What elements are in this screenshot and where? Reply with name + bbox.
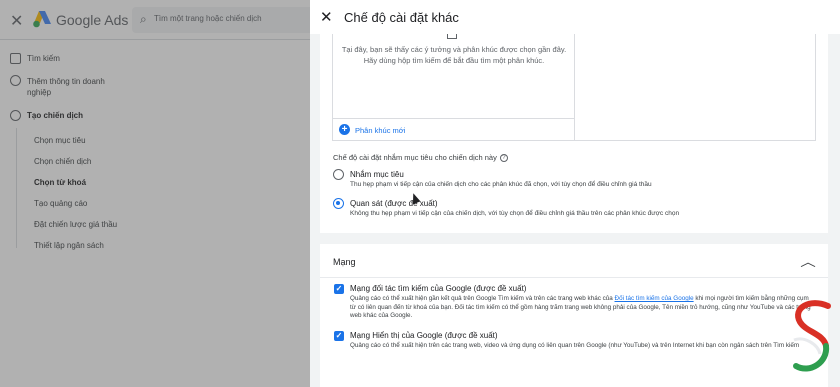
modal-scrim[interactable] <box>0 0 310 387</box>
segments-browse-pane: Tại đây, bạn sẽ thấy các ý tưởng và phân… <box>333 34 575 141</box>
help-icon[interactable]: ? <box>499 154 508 163</box>
search-partners-desc: Quảng cáo có thể xuất hiện gần kết quả t… <box>350 295 815 321</box>
close-panel-button[interactable]: ✕ <box>320 8 333 26</box>
targeting-radio[interactable] <box>333 169 344 180</box>
observation-option-desc: Không thu hẹp phạm vi tiếp cận của chiến… <box>350 210 680 217</box>
panel-header: ✕ Chế độ cài đặt khác <box>310 0 840 34</box>
watermark-logo <box>793 300 831 372</box>
observation-option-title: Quan sát (được đề xuất) <box>350 199 438 208</box>
empty-state-text: Tại đây, bạn sẽ thấy các ý tưởng và phân… <box>341 45 567 54</box>
networks-card: Mạng ︿ ✓ Mạng đối tác tìm kiếm của Googl… <box>320 244 828 387</box>
segments-box: Tại đây, bạn sẽ thấy các ý tưởng và phân… <box>332 34 816 141</box>
divider <box>320 277 828 278</box>
targeting-option-title: Nhắm mục tiêu <box>350 170 404 179</box>
networks-section-title: Mạng <box>333 257 356 267</box>
settings-panel: ✕ Chế độ cài đặt khác Tại đây, bạn sẽ th… <box>310 0 840 387</box>
new-segment-button[interactable]: + Phân khúc mới <box>333 118 575 141</box>
panel-title: Chế độ cài đặt khác <box>344 10 459 25</box>
empty-state-hint: Hãy dùng hộp tìm kiếm để bắt đầu tìm một… <box>363 56 545 65</box>
document-icon <box>447 34 457 39</box>
display-network-desc: Quảng cáo có thể xuất hiện trên các tran… <box>350 342 800 349</box>
audience-segments-card: Tại đây, bạn sẽ thấy các ý tưởng và phân… <box>320 34 828 233</box>
targeting-setting-label: Chế độ cài đặt nhắm mục tiêu cho chiến d… <box>333 153 508 163</box>
search-partners-title: Mạng đối tác tìm kiếm của Google (được đ… <box>350 284 527 293</box>
display-network-title: Mạng Hiển thị của Google (được đề xuất) <box>350 331 498 340</box>
targeting-setting-text: Chế độ cài đặt nhắm mục tiêu cho chiến d… <box>333 153 497 162</box>
new-segment-label: Phân khúc mới <box>355 126 406 135</box>
search-partners-checkbox[interactable]: ✓ <box>334 284 344 294</box>
chevron-up-icon[interactable]: ︿ <box>800 253 816 270</box>
desc-text: Quảng cáo có thể xuất hiện gần kết quả t… <box>350 295 615 302</box>
targeting-option-desc: Thu hẹp phạm vi tiếp cận của chiến dịch … <box>350 181 652 188</box>
search-partners-link[interactable]: Đối tác tìm kiếm của Google <box>615 295 694 302</box>
display-network-checkbox[interactable]: ✓ <box>334 331 344 341</box>
observation-radio[interactable] <box>333 198 344 209</box>
plus-circle-icon: + <box>339 124 350 135</box>
